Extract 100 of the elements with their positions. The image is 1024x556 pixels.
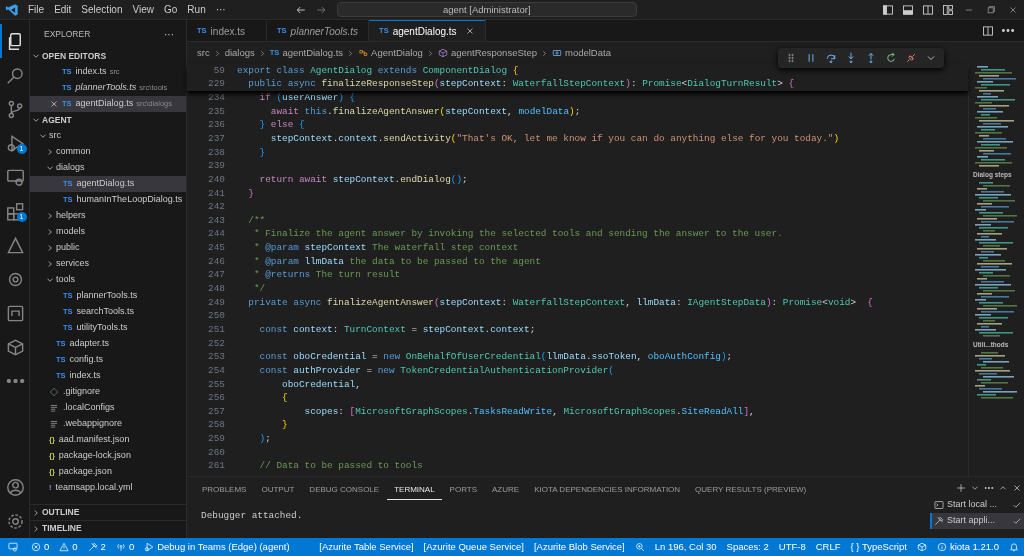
- code-line: export class AgentDialog extends ComponentDialog {: [236, 63, 519, 78]
- status-item[interactable]: [Azurite Table Service]: [314, 538, 419, 556]
- menu-item[interactable]: View: [127, 2, 159, 17]
- split-editor-icon: [982, 24, 994, 37]
- menu-item[interactable]: File: [23, 2, 50, 17]
- info-icon: [936, 542, 947, 552]
- line-number: 252: [207, 336, 225, 351]
- terminal-item[interactable]: Start appli...: [930, 513, 1024, 529]
- code-line: * @param stepContext The waterfall step context: [252, 241, 519, 256]
- breadcrumb-item[interactable]: agentResponseStep: [437, 45, 537, 61]
- code-line: // Data to be passed to tools: [258, 459, 423, 474]
- section-header[interactable]: OPEN EDITORS: [30, 48, 186, 64]
- warning-icon: [59, 542, 70, 552]
- close-icon[interactable]: [464, 26, 475, 36]
- panel-tab[interactable]: TERMINAL: [387, 480, 442, 500]
- panel-tab[interactable]: AZURE: [485, 480, 527, 500]
- status-item[interactable]: UTF-8: [773, 538, 811, 556]
- status-item[interactable]: [Azurite Blob Service]: [528, 538, 630, 556]
- code-line: */: [252, 282, 266, 296]
- line-number: 250: [207, 309, 225, 324]
- line-number: 229: [207, 77, 225, 92]
- terminal-item[interactable]: Start local ...: [930, 497, 1024, 513]
- folder-entry[interactable]: services: [30, 256, 186, 272]
- explorer-entry[interactable]: .gitignore: [30, 384, 186, 400]
- code-line: await this.finalizeAgentAnswer(stepContext, modelData);: [269, 104, 581, 119]
- status-item[interactable]: 0: [54, 538, 83, 556]
- line-number: 255: [207, 377, 225, 392]
- account-icon: [6, 477, 25, 497]
- zoom-icon: [634, 542, 645, 552]
- folder-entry[interactable]: helpers: [30, 208, 186, 224]
- triangle-icon: [6, 235, 25, 255]
- status-item[interactable]: 0: [26, 538, 55, 556]
- status-item[interactable]: Spaces: 2: [721, 538, 774, 556]
- app-logo-icon[interactable]: [5, 2, 19, 17]
- play-bug-icon: [6, 133, 25, 153]
- panel-tab[interactable]: PROBLEMS: [195, 480, 254, 500]
- menu-item[interactable]: Go: [159, 2, 183, 17]
- folder-entry[interactable]: public: [30, 240, 186, 256]
- status-item[interactable]: 0: [110, 538, 140, 556]
- code-line: * Finalize the agent answer by invoking the selected tools and sending the answer to the user.: [252, 227, 783, 242]
- menu-item[interactable]: Edit: [49, 2, 77, 17]
- status-item[interactable]: Ln 196, Col 30: [649, 538, 722, 556]
- folder-entry[interactable]: src: [30, 128, 186, 144]
- variable-icon: [551, 48, 562, 58]
- status-item[interactable]: { } TypeScript: [845, 538, 912, 556]
- panel-tab[interactable]: KIOTA DEPENDENCIES INFORMATION: [527, 480, 688, 500]
- explorer-entry[interactable]: .localConfigs: [30, 400, 186, 416]
- menu-item[interactable]: ···: [210, 2, 231, 17]
- folder-entry[interactable]: dialogs: [30, 160, 186, 176]
- status-item[interactable]: kiota 1.21.0: [931, 538, 1004, 556]
- status-item[interactable]: CRLF: [810, 538, 846, 556]
- line-number: 248: [207, 282, 225, 296]
- menu-item[interactable]: Run: [182, 2, 211, 17]
- plus-icon: [956, 483, 966, 493]
- error-icon: [31, 542, 41, 552]
- code-line: scopes: [MicrosoftGraphScopes.TasksReadWrite, MicrosoftGraphScopes.SiteReadAll],: [303, 404, 755, 419]
- line-number: 239: [207, 159, 225, 174]
- status-item[interactable]: 2: [82, 538, 111, 556]
- settings-icon: [6, 511, 25, 531]
- status-item[interactable]: Debug in Teams (Edge) (agent): [139, 538, 295, 556]
- breadcrumb-item[interactable]: modelData: [551, 45, 611, 61]
- line-number: 246: [207, 254, 225, 269]
- code-line: } else {: [258, 118, 305, 133]
- section-header[interactable]: AGENT: [30, 112, 186, 128]
- code-line: stepContext.context.sendActivity("That's OK, let me know if you can do anything else for you today."): [269, 131, 840, 146]
- line-number: 251: [207, 322, 225, 337]
- tools-icon: [934, 516, 944, 526]
- breadcrumb-item[interactable]: AgentDialog: [358, 45, 423, 61]
- folder-entry[interactable]: models: [30, 224, 186, 240]
- line-number: 247: [207, 268, 225, 283]
- line-number: 261: [207, 459, 225, 474]
- breadcrumb-item[interactable]: dialogs: [224, 45, 255, 61]
- step-over-icon: [825, 52, 837, 64]
- explorer-entry[interactable]: .webappignore: [30, 416, 186, 432]
- line-number: 245: [207, 241, 225, 256]
- folder-entry[interactable]: tools: [30, 272, 186, 288]
- status-item[interactable]: [Azurite Queue Service]: [418, 538, 529, 556]
- breadcrumb-item[interactable]: src: [197, 45, 210, 61]
- section-header[interactable]: TIMELINE: [30, 520, 186, 536]
- blocks-icon: [6, 201, 25, 221]
- command-center[interactable]: agent [Administrator]: [336, 2, 637, 17]
- sidebar-title: EXPLORER: [44, 27, 91, 41]
- panel-tab[interactable]: OUTPUT: [254, 480, 302, 500]
- panel-tab[interactable]: DEBUG CONSOLE: [302, 480, 387, 500]
- panel-tab[interactable]: PORTS: [442, 480, 485, 500]
- close-icon[interactable]: [49, 99, 59, 109]
- panel-tab[interactable]: QUERY RESULTS (PREVIEW): [688, 480, 814, 500]
- panel-layout-icon: [882, 3, 894, 16]
- section-header[interactable]: OUTLINE: [30, 504, 186, 520]
- menu-item[interactable]: Selection: [76, 2, 128, 17]
- line-number: 241: [207, 186, 225, 201]
- folder-entry[interactable]: common: [30, 144, 186, 160]
- line-number: 258: [207, 418, 225, 433]
- code-line: return await stepContext.endDialog();: [258, 172, 468, 187]
- line-number: 237: [207, 131, 225, 146]
- code-line: public async finalizeResponseStep(stepContext: WaterfallStepContext): Promise<DialogTurnResult> {: [247, 77, 795, 92]
- more-actions-button[interactable]: ···: [160, 26, 178, 42]
- code-line: );: [258, 432, 271, 447]
- restart-icon: [885, 52, 897, 64]
- line-number: 243: [207, 213, 225, 228]
